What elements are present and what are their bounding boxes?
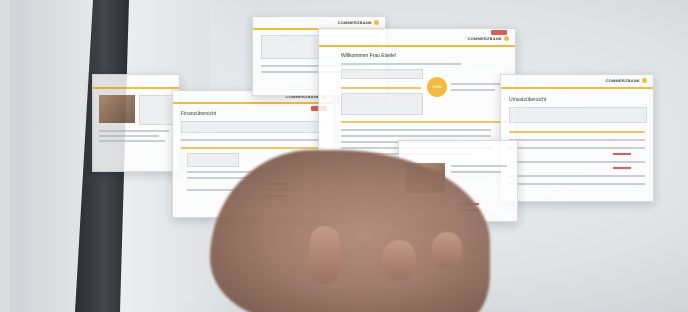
rate-badge: 0.5% bbox=[427, 77, 447, 97]
text-line bbox=[341, 135, 491, 137]
search-box[interactable] bbox=[341, 69, 423, 79]
text-line bbox=[451, 89, 495, 91]
brand-name: COMMERZBANK bbox=[467, 36, 502, 41]
text-line bbox=[181, 139, 321, 141]
text-line bbox=[99, 130, 169, 132]
brand-dot-icon bbox=[374, 20, 379, 26]
panel-accent-bar bbox=[93, 87, 179, 89]
text-line bbox=[509, 139, 645, 141]
text-line bbox=[509, 147, 645, 149]
brand-name: COMMERZBANK bbox=[337, 20, 372, 25]
text-line bbox=[509, 175, 645, 177]
account-block bbox=[187, 153, 239, 167]
filter-box bbox=[181, 121, 327, 133]
welcome-headline: Willkommen Frau Eisele! bbox=[341, 53, 397, 59]
text-line bbox=[451, 83, 501, 85]
finger bbox=[310, 226, 340, 284]
text-line bbox=[451, 165, 507, 167]
text-line bbox=[341, 129, 491, 131]
panel-title: Finanzübersicht bbox=[181, 111, 217, 117]
text-line bbox=[99, 135, 159, 137]
panel-right: COMMERZBANK Umsatzübersicht bbox=[500, 74, 654, 202]
panel-title: Umsatzübersicht bbox=[509, 97, 547, 103]
brand-dot-icon bbox=[504, 36, 509, 42]
text-line bbox=[509, 161, 645, 163]
finger bbox=[432, 232, 462, 268]
brand-name: COMMERZBANK bbox=[605, 78, 640, 83]
amount-line bbox=[613, 167, 631, 169]
section-line bbox=[181, 147, 325, 149]
panel-far-left bbox=[92, 74, 180, 172]
text-line bbox=[509, 183, 645, 185]
brand-logo: COMMERZBANK bbox=[337, 20, 379, 26]
photo-thumbnail bbox=[99, 95, 135, 123]
amount-line bbox=[613, 153, 631, 155]
panel-accent-bar bbox=[173, 102, 333, 104]
logout-button[interactable] bbox=[491, 30, 507, 35]
section-line bbox=[341, 87, 421, 89]
text-line bbox=[99, 140, 165, 142]
brand-dot-icon bbox=[642, 78, 647, 84]
text-line bbox=[451, 171, 501, 173]
section-line bbox=[509, 131, 645, 133]
scene: COMMERZBANK Finanzübersicht COMMERZBANK … bbox=[0, 0, 688, 312]
brand-logo: COMMERZBANK bbox=[467, 36, 509, 42]
panel-accent-bar bbox=[501, 87, 653, 89]
brand-logo: COMMERZBANK bbox=[605, 78, 647, 84]
section-line bbox=[341, 121, 507, 123]
balance-block bbox=[341, 93, 423, 115]
text-line bbox=[341, 63, 461, 65]
finger bbox=[382, 240, 416, 280]
filter-box bbox=[509, 107, 647, 123]
content-block bbox=[139, 95, 175, 125]
panel-accent-bar bbox=[319, 45, 515, 47]
